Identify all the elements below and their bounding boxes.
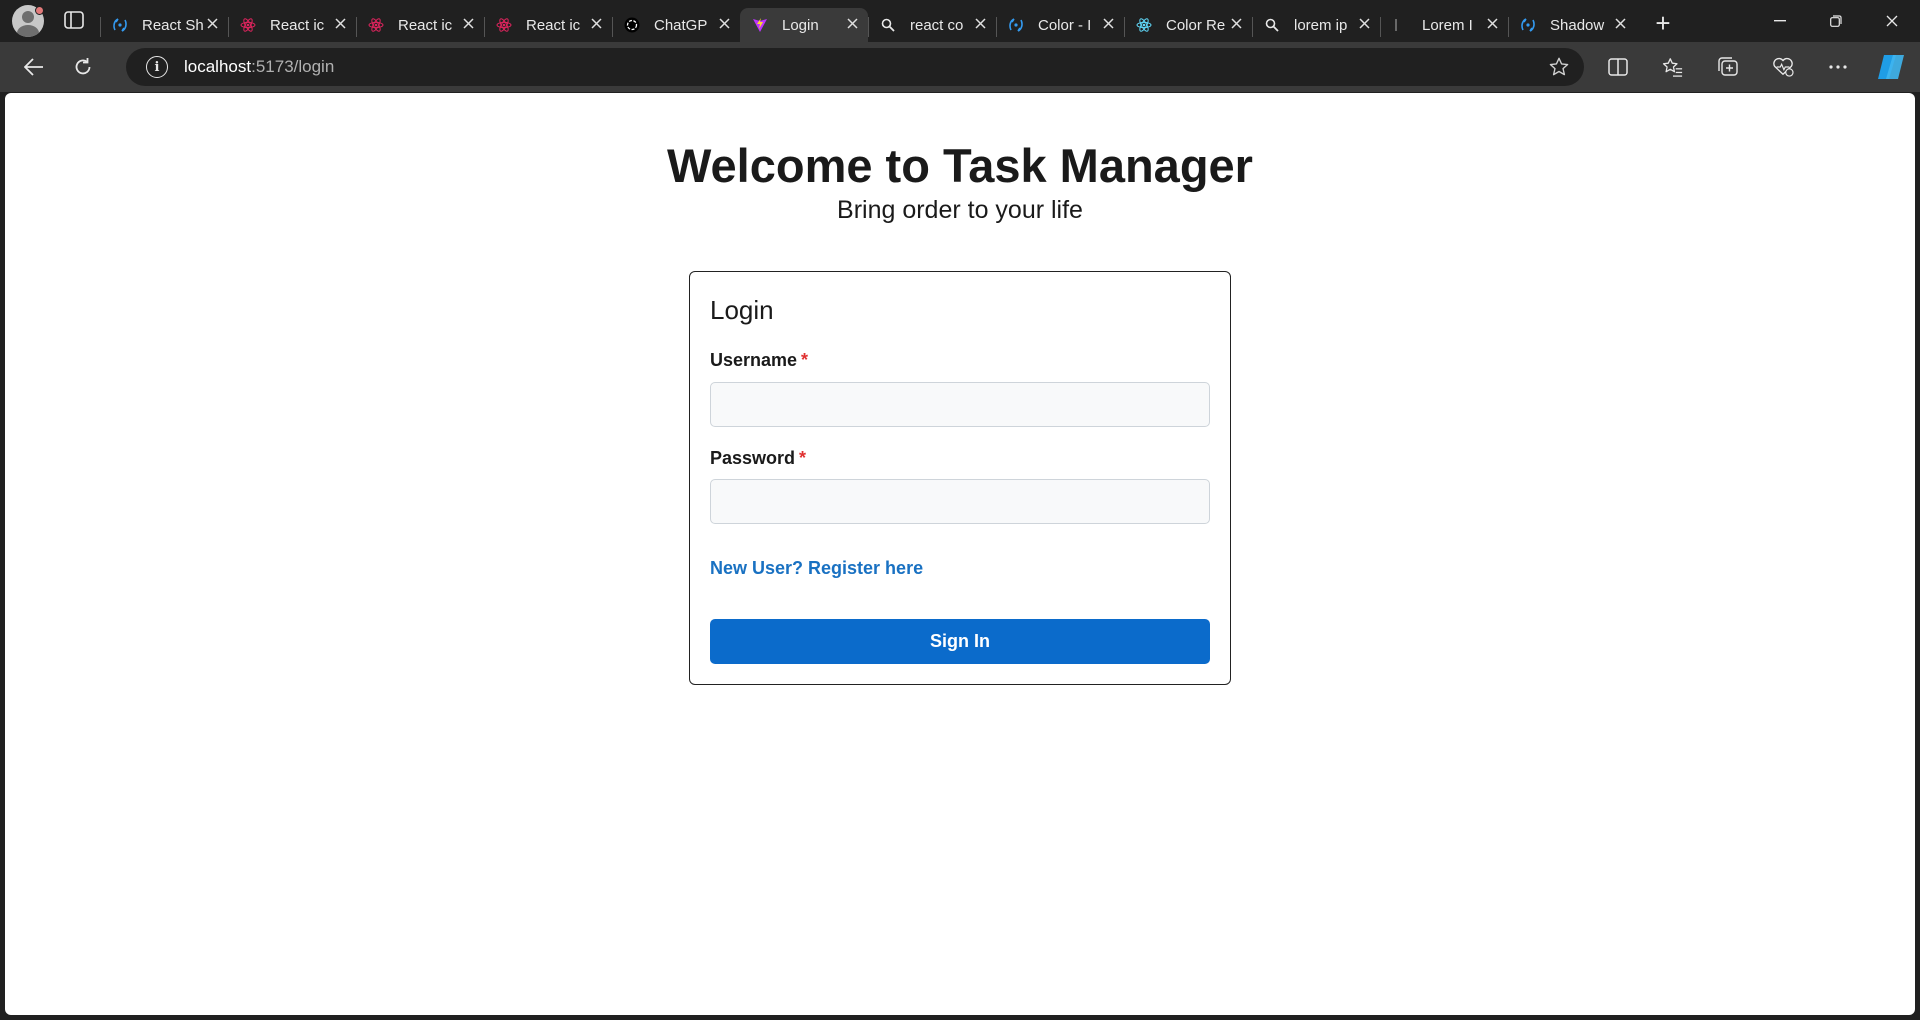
favorites-icon[interactable] <box>1653 47 1693 87</box>
username-label: Username * <box>710 350 808 371</box>
toolbar-right-tools <box>1598 47 1873 87</box>
browser-tab[interactable]: ChatGP <box>612 8 740 42</box>
back-arrow-icon[interactable] <box>14 47 54 87</box>
more-options-icon[interactable] <box>1818 47 1858 87</box>
profile-notification-dot <box>35 6 44 15</box>
tab-separator <box>1380 17 1381 37</box>
address-bar[interactable]: i localhost:5173/login <box>126 48 1584 86</box>
close-tab-icon[interactable] <box>460 17 476 33</box>
favorite-star-icon[interactable] <box>1548 56 1570 83</box>
close-tab-icon[interactable] <box>1100 17 1116 33</box>
collections-icon[interactable] <box>1708 47 1748 87</box>
close-tab-icon[interactable] <box>332 17 348 33</box>
tab-label: lorem ip <box>1294 16 1348 34</box>
required-asterisk: * <box>799 448 807 468</box>
react-icons-icon <box>240 17 256 33</box>
password-label: Password * <box>710 448 806 469</box>
tab-label: React ic <box>526 16 581 34</box>
restore-icon[interactable] <box>1808 0 1864 42</box>
tab-separator <box>484 17 485 37</box>
tab-separator <box>996 17 997 37</box>
required-asterisk: * <box>801 350 809 370</box>
tab-label: Color Re <box>1166 16 1226 34</box>
tab-label: ChatGP <box>654 16 708 34</box>
tab-label: React ic <box>398 16 453 34</box>
close-tab-icon[interactable] <box>1356 17 1372 33</box>
tab-strip: React Sh React ic React ic React ic ChatGP Lo… <box>0 0 1920 42</box>
close-tab-icon[interactable] <box>204 17 220 33</box>
tab-actions-menu-icon[interactable] <box>64 11 86 31</box>
search-icon <box>880 17 896 33</box>
react-icons-icon <box>368 17 384 33</box>
tab-label: React ic <box>270 16 325 34</box>
browser-toolbar: i localhost:5173/login <box>0 42 1920 92</box>
sign-in-button[interactable]: Sign In <box>710 619 1210 664</box>
login-card: Login Username * Password * New User? Regi… <box>689 271 1231 685</box>
tab-label: React Sh <box>142 16 204 34</box>
browser-tab[interactable]: Login <box>740 8 868 42</box>
tab-separator <box>612 17 613 37</box>
site-info-icon[interactable]: i <box>146 56 168 78</box>
tab-label: Lorem I <box>1422 16 1473 34</box>
window-controls <box>1752 0 1920 42</box>
chatgpt-icon <box>624 17 640 33</box>
page-title: Welcome to Task Manager <box>667 139 1253 192</box>
new-tab-button[interactable]: + <box>1646 7 1680 41</box>
browser-essentials-icon[interactable] <box>1763 47 1803 87</box>
browser-tab[interactable]: Shadow <box>1508 8 1636 42</box>
split-screen-icon[interactable] <box>1598 47 1638 87</box>
close-tab-icon[interactable] <box>1612 17 1628 33</box>
url-path: :5173/login <box>251 57 335 76</box>
mantine-icon <box>112 17 128 33</box>
close-tab-icon[interactable] <box>1484 17 1500 33</box>
tab-separator <box>356 17 357 37</box>
password-label-text: Password <box>710 448 796 468</box>
tab-label: react co <box>910 16 964 34</box>
tab-label: Color - I <box>1038 16 1092 34</box>
reload-icon[interactable] <box>63 47 103 87</box>
browser-tab[interactable]: Color Re <box>1124 8 1252 42</box>
close-tab-icon[interactable] <box>972 17 988 33</box>
close-window-icon[interactable] <box>1864 0 1920 42</box>
tab-label: Shadow <box>1550 16 1605 34</box>
username-label-text: Username <box>710 350 798 370</box>
minimize-icon[interactable] <box>1752 0 1808 42</box>
browser-tab[interactable]: React ic <box>484 8 612 42</box>
browser-tab[interactable]: React ic <box>228 8 356 42</box>
browser-tab[interactable]: lorem ip <box>1252 8 1380 42</box>
lorem-icon <box>1392 17 1408 33</box>
close-tab-icon[interactable] <box>716 17 732 33</box>
browser-tab[interactable]: Lorem I <box>1380 8 1508 42</box>
tab-separator <box>1508 17 1509 37</box>
tab-separator <box>228 17 229 37</box>
password-input[interactable] <box>710 479 1210 524</box>
react-icons-icon <box>496 17 512 33</box>
close-tab-icon[interactable] <box>844 17 860 33</box>
mantine-icon <box>1520 17 1536 33</box>
close-tab-icon[interactable] <box>588 17 604 33</box>
tab-separator <box>1124 17 1125 37</box>
mantine-icon <box>1008 17 1024 33</box>
tab-label: Login <box>782 16 819 34</box>
browser-tab[interactable]: React ic <box>356 8 484 42</box>
browser-tab[interactable]: Color - I <box>996 8 1124 42</box>
vite-icon <box>752 17 768 33</box>
username-input[interactable] <box>710 382 1210 427</box>
browser-tab[interactable]: react co <box>868 8 996 42</box>
react-icon <box>1136 17 1152 33</box>
tab-separator <box>100 17 101 37</box>
login-card-title: Login <box>710 295 774 325</box>
tab-separator <box>868 17 869 37</box>
browser-tab[interactable]: React Sh <box>100 8 228 42</box>
tab-separator <box>1252 17 1253 37</box>
url-text: localhost:5173/login <box>184 57 334 77</box>
url-host: localhost <box>184 57 252 76</box>
search-icon <box>1264 17 1280 33</box>
tabs-list: React Sh React ic React ic React ic ChatGP Lo… <box>100 0 1636 42</box>
register-link[interactable]: New User? Register here <box>710 558 923 579</box>
page-subtitle: Bring order to your life <box>837 196 1083 224</box>
copilot-icon[interactable] <box>1876 53 1906 81</box>
close-tab-icon[interactable] <box>1228 17 1244 33</box>
page-content: Welcome to Task Manager Bring order to y… <box>5 93 1915 1015</box>
